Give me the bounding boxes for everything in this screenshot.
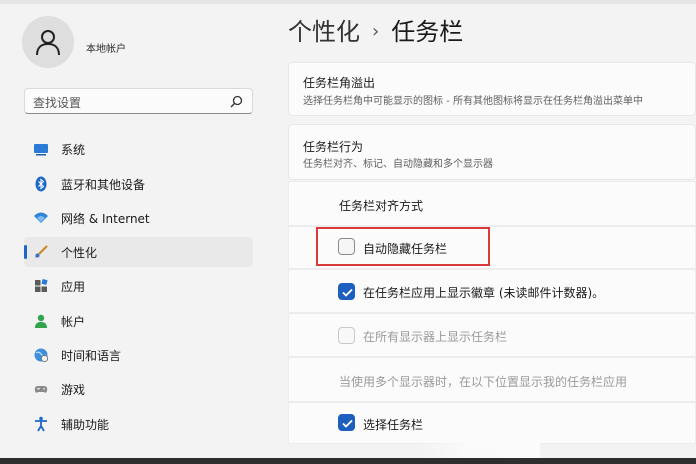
sidebar-item-time-language[interactable]: 时间和语言 xyxy=(24,340,253,370)
all-displays-checkbox xyxy=(338,327,355,344)
multi-display-row: 当使用多个显示器时，在以下位置显示我的任务栏应用 xyxy=(288,357,696,402)
sidebar-item-label: 时间和语言 xyxy=(61,349,122,363)
checkmark-icon xyxy=(342,288,353,297)
monitor-icon xyxy=(34,144,48,156)
active-indicator xyxy=(24,245,27,259)
blur-overlay xyxy=(420,404,540,460)
badges-checkbox[interactable] xyxy=(338,283,355,300)
account-name: 本地帐户 xyxy=(86,44,126,55)
sidebar: 本地帐户 查找设置 系统 蓝牙和其他设备 网络 & Internet 个性化 应… xyxy=(0,0,268,464)
sidebar-item-label: 蓝牙和其他设备 xyxy=(61,178,146,192)
sidebar-item-personalization[interactable]: 个性化 xyxy=(24,237,253,267)
search-icon[interactable] xyxy=(230,95,243,108)
wifi-icon xyxy=(34,212,48,223)
globe-clock-icon xyxy=(34,348,49,363)
sidebar-item-network[interactable]: 网络 & Internet xyxy=(24,203,253,233)
sidebar-item-label: 网络 & Internet xyxy=(61,212,150,226)
breadcrumb-parent[interactable]: 个性化 xyxy=(288,18,360,46)
avatar[interactable] xyxy=(22,16,74,68)
brush-icon xyxy=(35,245,48,258)
sidebar-item-label: 帐户 xyxy=(61,315,86,329)
chevron-right-icon: › xyxy=(372,21,380,42)
alignment-row[interactable]: 任务栏对齐方式 xyxy=(288,181,696,226)
sidebar-item-label: 游戏 xyxy=(61,383,86,397)
accessibility-icon xyxy=(35,416,47,432)
apps-icon xyxy=(35,278,48,292)
page-title: 任务栏 xyxy=(391,18,464,46)
person-icon xyxy=(36,30,60,56)
all-displays-label: 在所有显示器上显示任务栏 xyxy=(363,330,508,344)
checkmark-icon xyxy=(342,419,353,428)
card-subtitle: 任务栏对齐、标记、自动隐藏和多个显示器 xyxy=(303,159,493,170)
sidebar-item-gaming[interactable]: 游戏 xyxy=(24,374,253,404)
sidebar-item-label: 辅助功能 xyxy=(61,418,110,432)
search-box[interactable]: 查找设置 xyxy=(24,88,253,114)
sidebar-item-bluetooth[interactable]: 蓝牙和其他设备 xyxy=(24,169,253,199)
bluetooth-icon xyxy=(35,176,47,192)
sidebar-item-label: 系统 xyxy=(61,143,86,157)
person-icon xyxy=(35,314,47,328)
sidebar-item-label: 应用 xyxy=(61,280,86,294)
taskbar-overflow-card[interactable]: 任务栏角溢出 选择任务栏角中可能显示的图标 - 所有其他图标将显示在任务栏角溢出… xyxy=(288,62,696,116)
search-input[interactable]: 查找设置 xyxy=(33,94,81,111)
alignment-label: 任务栏对齐方式 xyxy=(339,199,424,213)
gamepad-icon xyxy=(34,386,48,393)
sidebar-item-apps[interactable]: 应用 xyxy=(24,271,253,301)
taskbar-behavior-card[interactable]: 任务栏行为 任务栏对齐、标记、自动隐藏和多个显示器 xyxy=(288,124,696,180)
sidebar-item-accessibility[interactable]: 辅助功能 xyxy=(24,409,253,439)
select-display-checkbox[interactable] xyxy=(338,414,355,431)
card-title: 任务栏行为 xyxy=(303,140,364,154)
breadcrumb: 个性化 › 任务栏 xyxy=(288,12,463,46)
sidebar-item-system[interactable]: 系统 xyxy=(24,134,253,164)
card-subtitle: 选择任务栏角中可能显示的图标 - 所有其他图标将显示在任务栏角溢出菜单中 xyxy=(303,96,643,107)
highlight-box xyxy=(316,227,490,266)
sidebar-item-label: 个性化 xyxy=(61,246,98,260)
card-title: 任务栏角溢出 xyxy=(303,76,376,90)
window-bottom-edge xyxy=(0,458,696,464)
badges-label: 在任务栏应用上显示徽章 (未读邮件计数器)。 xyxy=(363,286,605,300)
sidebar-item-accounts[interactable]: 帐户 xyxy=(24,306,253,336)
multi-display-note: 当使用多个显示器时，在以下位置显示我的任务栏应用 xyxy=(339,375,628,389)
select-display-label: 选择任务栏 xyxy=(363,418,424,432)
